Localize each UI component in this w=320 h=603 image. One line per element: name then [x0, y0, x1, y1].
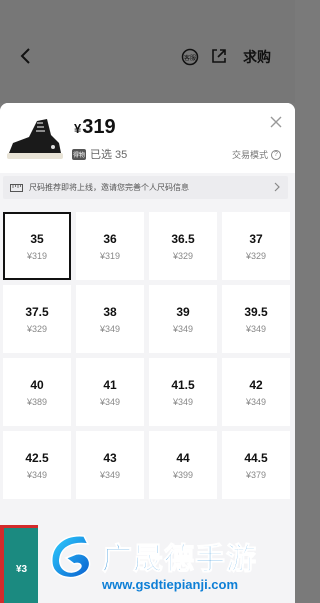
size-label: 36 — [103, 231, 117, 246]
size-label: 40 — [30, 377, 44, 392]
size-price: ¥379 — [245, 469, 267, 480]
size-price: ¥349 — [245, 396, 267, 407]
trade-mode-link[interactable]: 交易模式 ? — [232, 148, 281, 161]
size-label: 39 — [176, 304, 190, 319]
size-price: ¥329 — [245, 250, 267, 261]
sneaker-thumbnail — [7, 119, 63, 159]
banner-text: 尺码推荐即将上线，邀请您完善个人尺码信息 — [29, 183, 189, 192]
size-label: 38 — [103, 304, 117, 319]
size-price: ¥349 — [245, 323, 267, 334]
size-price: ¥389 — [26, 396, 48, 407]
size-option[interactable]: 38 ¥349 — [76, 285, 144, 353]
size-price: ¥349 — [26, 469, 48, 480]
top-navigation-bar: 客服 求购 — [0, 0, 295, 103]
size-price: ¥329 — [26, 323, 48, 334]
size-price: ¥349 — [99, 323, 121, 334]
selected-size-row: 得物 已选 35 — [72, 147, 127, 161]
size-option[interactable]: 37 ¥329 — [222, 212, 290, 280]
size-recommendation-banner[interactable]: 尺码推荐即将上线，邀请您完善个人尺码信息 — [3, 176, 288, 199]
watermark-logo — [51, 535, 91, 579]
size-option[interactable]: 36.5 ¥329 — [149, 212, 217, 280]
size-option[interactable]: 43 ¥349 — [76, 431, 144, 499]
size-option[interactable]: 41.5 ¥349 — [149, 358, 217, 426]
size-label: 44.5 — [244, 450, 268, 465]
size-price: ¥329 — [172, 250, 194, 261]
size-label: 37.5 — [25, 304, 49, 319]
size-label: 42.5 — [25, 450, 49, 465]
size-label: 43 — [103, 450, 117, 465]
want-to-buy-button[interactable]: 求购 — [243, 47, 271, 67]
price-value: 319 — [82, 116, 116, 138]
size-label: 35 — [30, 231, 44, 246]
watermark: 广晟德手游 www.gsdtiepianji.com — [44, 522, 292, 600]
size-option[interactable]: 44 ¥399 — [149, 431, 217, 499]
chevron-right-icon — [274, 182, 280, 192]
customer-service-icon[interactable]: 客服 — [181, 48, 199, 66]
size-label: 37 — [249, 231, 263, 246]
size-price: ¥349 — [99, 469, 121, 480]
size-option[interactable]: 35 ¥319 — [3, 212, 71, 280]
size-label: 41.5 — [171, 377, 195, 392]
size-label: 36.5 — [171, 231, 195, 246]
size-price: ¥349 — [99, 396, 121, 407]
close-icon[interactable] — [269, 115, 283, 129]
size-option[interactable]: 37.5 ¥329 — [3, 285, 71, 353]
service-label: 客服 — [184, 54, 196, 62]
bottom-price: ¥3 — [16, 564, 28, 575]
size-price: ¥349 — [172, 323, 194, 334]
bottom-buy-button[interactable]: ¥3 — [0, 525, 38, 603]
size-label: 44 — [176, 450, 190, 465]
size-price: ¥319 — [99, 250, 121, 261]
size-option[interactable]: 36 ¥319 — [76, 212, 144, 280]
trade-mode-label: 交易模式 — [231, 150, 268, 160]
back-arrow-icon[interactable] — [16, 46, 36, 66]
help-icon: ? — [271, 149, 281, 160]
size-option[interactable]: 39.5 ¥349 — [222, 285, 290, 353]
share-icon[interactable] — [210, 47, 228, 65]
size-option[interactable]: 41 ¥349 — [76, 358, 144, 426]
size-option[interactable]: 42.5 ¥349 — [3, 431, 71, 499]
size-label: 39.5 — [244, 304, 268, 319]
size-option[interactable]: 44.5 ¥379 — [222, 431, 290, 499]
size-option[interactable]: 39 ¥349 — [149, 285, 217, 353]
watermark-url: www.gsdtiepianji.com — [102, 577, 239, 592]
size-label: 42 — [249, 377, 263, 392]
product-price: ¥319 — [74, 116, 116, 139]
size-price: ¥399 — [172, 469, 194, 480]
ruler-icon — [10, 183, 23, 192]
selected-size-text: 已选 35 — [90, 149, 128, 161]
product-summary: ¥319 得物 已选 35 交易模式 ? — [0, 103, 295, 173]
size-option[interactable]: 40 ¥389 — [3, 358, 71, 426]
watermark-title: 广晟德手游 — [102, 543, 257, 577]
size-price: ¥349 — [172, 396, 194, 407]
currency-symbol: ¥ — [74, 121, 82, 136]
size-option[interactable]: 42 ¥349 — [222, 358, 290, 426]
brand-badge: 得物 — [72, 148, 86, 160]
size-label: 41 — [103, 377, 117, 392]
size-grid: 35 ¥319 36 ¥319 36.5 ¥329 37 ¥329 37.5 ¥329 38 ¥349… — [3, 212, 291, 499]
size-price: ¥319 — [26, 250, 48, 261]
